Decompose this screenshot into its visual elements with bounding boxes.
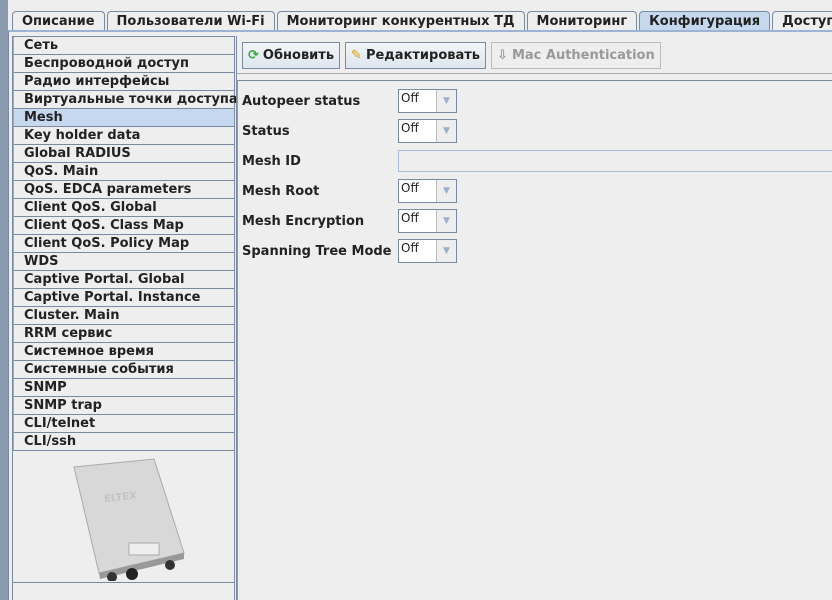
chevron-down-icon: ▼ [437,90,456,112]
chevron-down-icon: ▼ [437,180,456,202]
tab-competing-ap-monitoring[interactable]: Мониторинг конкурентных ТД [276,11,525,31]
device-image: ELTEX [13,453,234,583]
status-row: Status Off ▼ [242,119,457,143]
sidebar-item[interactable]: SNMP [13,379,234,397]
sidebar-item[interactable]: Системное время [13,343,234,361]
tab-configuration[interactable]: Конфигурация [639,11,771,31]
access-point-picture: ELTEX [72,458,185,581]
mesh-id-label: Mesh ID [242,153,301,169]
mesh-encryption-row: Mesh Encryption Off ▼ [242,209,457,233]
sidebar-item[interactable]: CLI/telnet [13,415,234,433]
sidebar-item[interactable]: Client QoS. Policy Map [13,235,234,253]
sidebar-item[interactable]: Системные события [13,361,234,379]
sidebar-item[interactable]: Cluster. Main [13,307,234,325]
mac-authentication-button[interactable]: ⇩ Mac Authentication [491,42,661,69]
sidebar-item[interactable]: Client QoS. Class Map [13,217,234,235]
sidebar-item[interactable]: Сеть [13,37,234,55]
sidebar-item[interactable]: Радио интерфейсы [13,73,234,91]
mesh-encryption-value: Off [399,210,437,232]
stp-row: Spanning Tree Mode Off ▼ [242,239,457,263]
pencil-icon: ✎ [351,48,362,63]
config-sidebar: Сеть Беспроводной доступ Радио интерфейсы В… [12,36,238,600]
chevron-down-icon: ▼ [437,210,456,232]
sidebar-item[interactable]: QoS. Main [13,163,234,181]
stp-label: Spanning Tree Mode [242,243,392,259]
edit-label: Редактировать [365,48,481,63]
status-label: Status [242,123,290,139]
sidebar-item[interactable]: Mesh [13,109,234,127]
autopeer-select[interactable]: Off ▼ [398,89,457,113]
chevron-down-icon: ▼ [437,120,456,142]
sidebar-item[interactable]: Key holder data [13,127,234,145]
tab-wifi-users[interactable]: Пользователи Wi-Fi [106,11,275,31]
mesh-encryption-label: Mesh Encryption [242,213,365,229]
window-border [0,0,8,600]
stp-select[interactable]: Off ▼ [398,239,457,263]
chevron-down-icon: ▼ [437,240,456,262]
mesh-encryption-select[interactable]: Off ▼ [398,209,457,233]
mesh-id-row: Mesh ID [242,149,832,173]
sidebar-item[interactable]: Виртуальные точки доступа [13,91,238,109]
mesh-root-label: Mesh Root [242,183,320,199]
autopeer-row: Autopeer status Off ▼ [242,89,457,113]
tab-description[interactable]: Описание [12,11,105,31]
refresh-icon: ⟳ [248,48,259,63]
sidebar-item[interactable]: RRM сервис [13,325,234,343]
sidebar-item[interactable]: Client QoS. Global [13,199,234,217]
sidebar-item[interactable]: WDS [13,253,234,271]
tab-access[interactable]: Доступ [772,11,832,31]
refresh-button[interactable]: ⟳ Обновить [242,42,341,69]
status-value: Off [399,120,437,142]
sidebar-item[interactable]: Беспроводной доступ [13,55,234,73]
autopeer-value: Off [399,90,437,112]
sidebar-item[interactable]: SNMP trap [13,397,234,415]
sidebar-item[interactable]: QoS. EDCA parameters [13,181,234,199]
tab-bar: Описание Пользователи Wi-Fi Мониторинг к… [12,11,832,31]
toolbar: ⟳ Обновить ✎ Редактировать ⇩ Mac Authentica… [237,36,832,74]
sidebar-item[interactable]: CLI/ssh [13,433,234,451]
mesh-root-value: Off [399,180,437,202]
status-select[interactable]: Off ▼ [398,119,457,143]
content-panel: ⟳ Обновить ✎ Редактировать ⇩ Mac Authentica… [236,36,832,600]
autopeer-label: Autopeer status [242,93,361,109]
stp-value: Off [399,240,437,262]
mesh-root-row: Mesh Root Off ▼ [242,179,457,203]
mesh-root-select[interactable]: Off ▼ [398,179,457,203]
download-arrow-icon: ⇩ [497,48,508,63]
mac-auth-label: Mac Authentication [511,48,655,63]
sidebar-item[interactable]: Captive Portal. Instance [13,289,234,307]
mesh-id-input[interactable] [398,150,832,172]
edit-button[interactable]: ✎ Редактировать [345,42,487,69]
sidebar-item[interactable]: Captive Portal. Global [13,271,234,289]
mesh-form: Autopeer status Off ▼ Status Off ▼ Mesh ID M… [237,80,832,600]
refresh-label: Обновить [262,48,335,63]
tab-monitoring[interactable]: Мониторинг [526,11,638,31]
sidebar-item[interactable]: Global RADIUS [13,145,234,163]
